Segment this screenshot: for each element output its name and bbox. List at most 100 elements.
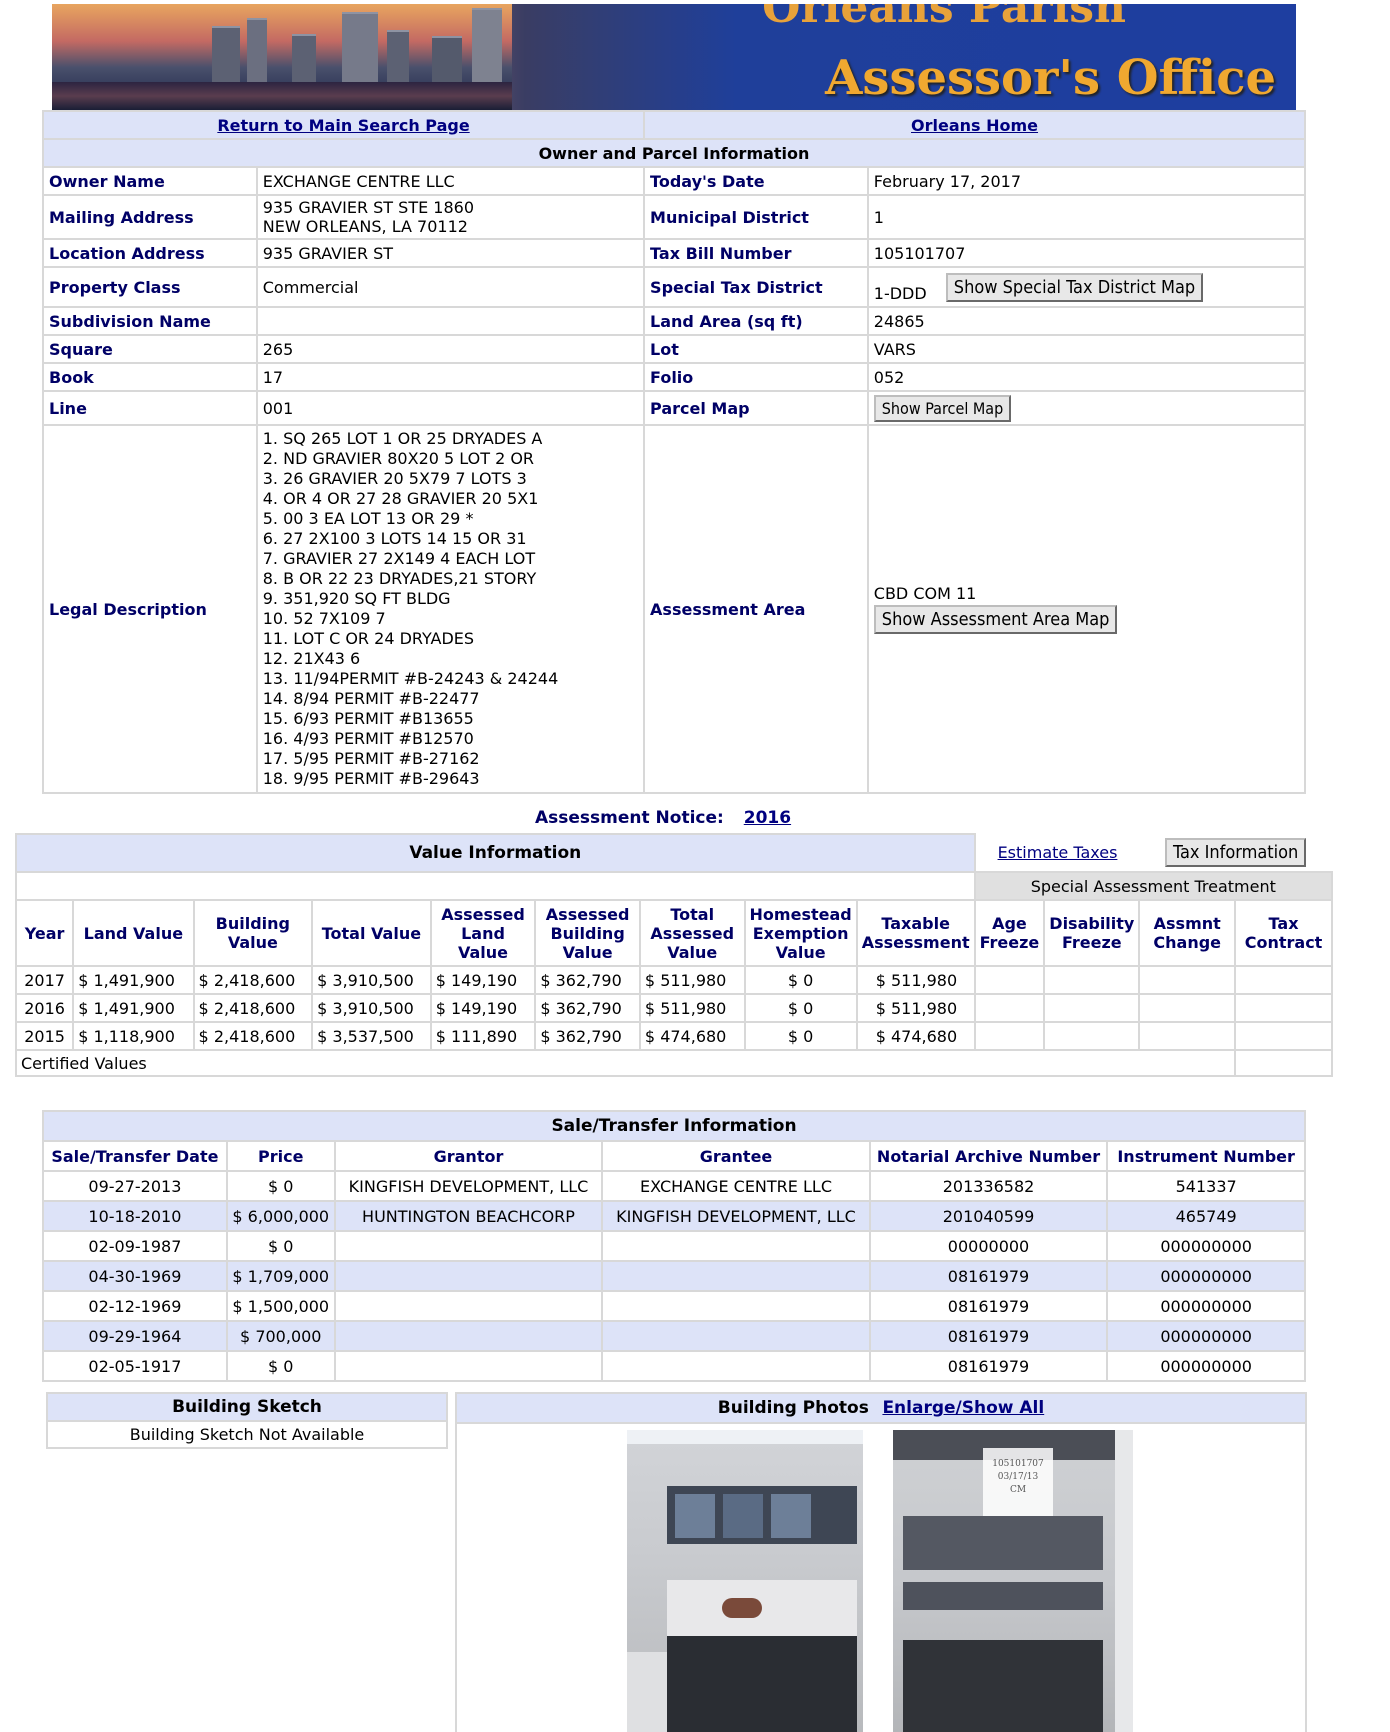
special-tax-district-value: 1-DDD [873,283,927,303]
sale-cell-grantor [333,1350,604,1382]
assessment-notice: Assessment Notice: 2016 [535,808,791,828]
tax-bill-number-label: Tax Bill Number [643,238,869,268]
sale-cell-notarial: 00000000 [868,1230,1109,1262]
sale-cell-grantee: KINGFISH DEVELOPMENT, LLC [601,1200,871,1232]
book-value: 17 [255,362,646,392]
value-information-table: Value Information Estimate Taxes Tax Inf… [14,833,1334,1077]
legal-description-line: 9. 351,920 SQ FT BLDG [262,589,451,608]
value-cell-t_assessed: $ 511,980 [638,965,746,995]
book-label: Book [42,362,258,392]
banner-title-line2: Assessor's Office [825,50,1276,106]
col-grantor: Grantor [333,1140,604,1172]
sale-cell-notarial: 201040599 [868,1200,1109,1232]
special-assessment-treatment-label: Special Assessment Treatment [973,871,1334,901]
legal-description-line: 4. OR 4 OR 27 28 GRAVIER 20 5X1 [262,489,539,508]
value-cell-a_bldg: $ 362,790 [534,1021,641,1051]
sale-cell-grantee [601,1230,871,1262]
value-cell-empty [973,1021,1046,1051]
sale-cell-notarial: 08161979 [868,1320,1109,1352]
legal-description-line: 18. 9/95 PERMIT #B-29643 [262,769,480,788]
orleans-home-link[interactable]: Orleans Home [911,116,1038,135]
value-cell-year: 2017 [14,965,75,995]
sale-cell-notarial: 08161979 [868,1350,1109,1382]
value-cell-a_land: $ 149,190 [429,993,537,1023]
show-parcel-map-button[interactable]: Show Parcel Map [873,394,1012,422]
value-cell-a_land: $ 149,190 [429,965,537,995]
sale-cell-date: 04-30-1969 [42,1260,228,1292]
owner-name-label: Owner Name [42,166,258,196]
sale-cell-grantee: EXCHANGE CENTRE LLC [601,1170,871,1202]
value-cell-total: $ 3,910,500 [311,965,432,995]
building-sketch-panel: Building Sketch Building Sketch Not Avai… [46,1392,448,1449]
value-cell-land: $ 1,118,900 [72,1021,195,1051]
value-cell-total: $ 3,537,500 [311,1021,432,1051]
certified-values-label: Certified Values [14,1049,1237,1077]
value-cell-total: $ 3,910,500 [311,993,432,1023]
legal-description-line: 12. 21X43 6 [262,649,361,668]
value-cell-empty [1138,1021,1237,1051]
legal-description-list: 1. SQ 265 LOT 1 OR 25 DRYADES A 2. ND GRA… [255,424,646,794]
value-cell-land: $ 1,491,900 [72,993,195,1023]
legal-description-line: 6. 27 2X100 3 LOTS 14 15 OR 31 [262,529,527,548]
building-photo-2[interactable]: 105101707 03/17/13 CM [893,1430,1133,1732]
legal-description-line: 7. GRAVIER 27 2X149 4 EACH LOT [262,549,536,568]
show-assessment-area-map-button[interactable]: Show Assessment Area Map [873,605,1118,634]
enlarge-show-all-link[interactable]: Enlarge/Show All [882,1398,1044,1418]
location-address-label: Location Address [42,238,258,268]
sale-cell-date: 09-29-1964 [42,1320,228,1352]
sale-cell-price: $ 0 [225,1350,336,1382]
sale-cell-price: $ 1,500,000 [225,1290,336,1322]
tax-bill-number-value: 105101707 [866,238,1307,268]
value-section-title: Value Information [15,833,976,873]
value-cell-a_land: $ 111,890 [429,1021,537,1051]
sale-cell-price: $ 700,000 [225,1320,336,1352]
value-cell-year: 2016 [14,993,75,1023]
special-tax-district-label: Special Tax District [643,266,869,308]
legal-description-line: 11. LOT C OR 24 DRYADES [262,629,475,648]
legal-description-line: 3. 26 GRAVIER 20 5X79 7 LOTS 3 [262,469,527,488]
location-address-value: 935 GRAVIER ST [255,238,646,268]
legal-description-line: 10. 52 7X109 7 [262,609,386,628]
building-photo-1[interactable] [627,1430,863,1732]
tax-information-button[interactable]: Tax Information [1165,838,1307,867]
col-grantee: Grantee [601,1140,871,1172]
sale-cell-price: $ 0 [225,1170,336,1202]
value-cell-empty [973,965,1046,995]
value-cell-year: 2015 [14,1021,75,1051]
legal-description-line: 8. B OR 22 23 DRYADES,21 STORY [262,569,537,588]
legal-description-line: 13. 11/94PERMIT #B-24243 & 24244 [262,669,559,688]
value-cell-empty [1138,965,1237,995]
value-cell-homestead: $ 0 [743,993,858,1023]
line-label: Line [42,390,258,426]
sale-cell-grantor [333,1260,604,1292]
sale-cell-grantor: HUNTINGTON BEACHCORP [333,1200,604,1232]
col-notarial-archive: Notarial Archive Number [868,1140,1109,1172]
sale-cell-instrument: 000000000 [1106,1350,1306,1382]
col-disability-freeze: Disability Freeze [1043,899,1141,967]
sale-cell-notarial: 08161979 [868,1290,1109,1322]
municipal-district-label: Municipal District [643,194,869,240]
line-value: 001 [255,390,646,426]
return-main-search-link[interactable]: Return to Main Search Page [217,116,469,135]
legal-description-label: Legal Description [42,424,258,794]
col-building-value: Building Value [192,899,314,967]
assessment-notice-label: Assessment Notice: [535,808,724,828]
estimate-taxes-link[interactable]: Estimate Taxes [998,843,1118,862]
sale-cell-grantor: KINGFISH DEVELOPMENT, LLC [333,1170,604,1202]
value-cell-empty [1043,1021,1141,1051]
owner-name-value: EXCHANGE CENTRE LLC [255,166,646,196]
building-sketch-status: Building Sketch Not Available [46,1420,448,1449]
land-area-value: 24865 [866,306,1307,336]
assessment-notice-year-link[interactable]: 2016 [744,808,791,828]
sale-cell-date: 09-27-2013 [42,1170,228,1202]
sale-cell-grantor [333,1320,604,1352]
value-cell-land: $ 1,491,900 [72,965,195,995]
property-class-value: Commercial [255,266,646,308]
col-assessed-land-value: Assessed Land Value [429,899,537,967]
lot-label: Lot [643,334,869,364]
value-cell-building: $ 2,418,600 [192,993,314,1023]
value-cell-t_assessed: $ 474,680 [638,1021,746,1051]
building-photos-panel: Building Photos Enlarge/Show All 1051017… [455,1392,1307,1732]
show-special-tax-map-button[interactable]: Show Special Tax District Map [945,272,1204,302]
sale-row: 10-18-2010 $ 6,000,000 HUNTINGTON BEACHCOR… [42,1200,1306,1232]
